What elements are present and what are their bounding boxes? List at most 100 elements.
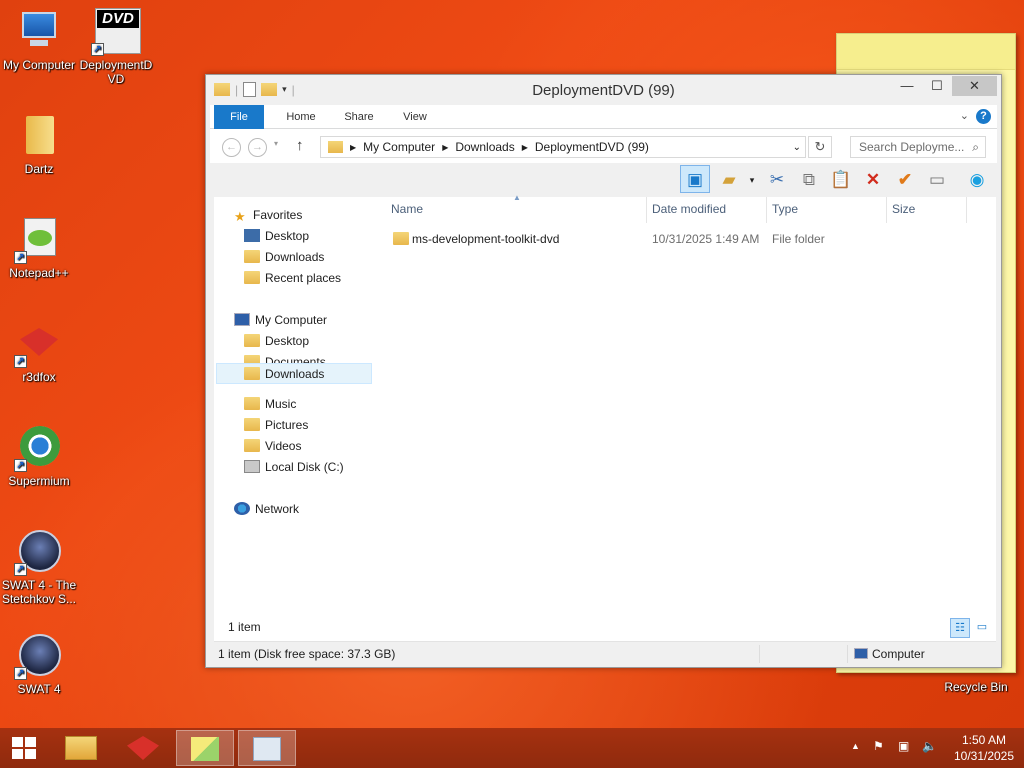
maximize-button[interactable]: ☐ [922, 76, 952, 96]
column-size[interactable]: Size [892, 202, 915, 216]
delete-icon[interactable]: ✕ [862, 169, 884, 191]
taskbar-task-manager[interactable] [238, 730, 296, 766]
back-button[interactable]: ← [222, 138, 241, 157]
folder-options-icon[interactable]: ▰ [718, 169, 740, 191]
file-date: 10/31/2025 1:49 AM [652, 232, 760, 246]
desktop-icon-my-computer[interactable]: My Computer [1, 8, 77, 72]
column-type[interactable]: Type [772, 202, 798, 216]
tab-home[interactable]: Home [278, 105, 324, 129]
checkmark-icon[interactable]: ✔ [894, 169, 916, 191]
paste-icon[interactable]: 📋 [830, 169, 852, 191]
status-bar: 1 item (Disk free space: 37.3 GB) Comput… [214, 641, 996, 665]
nav-downloads-selected[interactable]: Downloads [216, 363, 372, 384]
nav-music[interactable]: Music [244, 394, 296, 415]
nav-recent-places[interactable]: Recent places [244, 268, 341, 289]
expand-ribbon-icon[interactable]: ⌄ [960, 109, 969, 122]
show-hidden-icons-button[interactable]: ▲ [851, 741, 860, 751]
close-button[interactable]: ✕ [952, 76, 997, 96]
desktop-icon-recycle-bin[interactable]: Recycle Bin [940, 680, 1012, 694]
swat4-icon: ↗ [14, 632, 62, 680]
breadcrumb-my-computer[interactable]: My Computer [363, 140, 435, 154]
status-divider [759, 645, 760, 663]
desktop-icon-deploymentdvd[interactable]: DVD ↗ DeploymentD VD [78, 8, 154, 86]
desktop-icon-swat4-stetchkov[interactable]: ↗ SWAT 4 - The Stetchkov S... [1, 528, 77, 606]
minimize-button[interactable]: — [892, 76, 922, 96]
desktop-icon-label: Recycle Bin [944, 680, 1008, 694]
downloads-folder-icon [244, 367, 260, 380]
chevron-down-icon[interactable]: ▾ [746, 169, 758, 191]
tab-view[interactable]: View [392, 105, 438, 129]
clock[interactable]: 1:50 AM 10/31/2025 [944, 732, 1024, 764]
tab-share[interactable]: Share [336, 105, 382, 129]
pictures-folder-icon [244, 418, 260, 431]
content-area: ★ Favorites Desktop Downloads Recent plac… [214, 193, 996, 639]
column-divider[interactable] [966, 197, 967, 223]
nav-pictures[interactable]: Pictures [244, 415, 308, 436]
desktop-icon-r3dfox[interactable]: ↗ r3dfox [1, 320, 77, 384]
tab-file[interactable]: File [214, 105, 264, 129]
rename-icon[interactable]: ▭ [926, 169, 948, 191]
desktop-icon-swat4[interactable]: ↗ SWAT 4 [1, 632, 77, 696]
recent-locations-icon[interactable]: ▾ [274, 139, 278, 148]
disk-drive-icon [244, 460, 260, 473]
desktop-icon-label: SWAT 4 - The Stetchkov S... [1, 578, 77, 606]
cut-icon[interactable]: ✂ [766, 169, 788, 191]
desktop-icon [244, 229, 260, 242]
breadcrumb-separator[interactable]: ▶ [442, 143, 448, 152]
explorer-window[interactable]: | ▾ | DeploymentDVD (99) — ☐ ✕ File Home… [205, 74, 1002, 668]
recent-places-icon [244, 271, 260, 284]
nav-videos[interactable]: Videos [244, 436, 301, 457]
clock-time: 1:50 AM [961, 733, 1007, 747]
column-divider[interactable] [766, 197, 767, 223]
taskbar-r3dfox[interactable] [114, 730, 172, 766]
network-status-icon[interactable]: ▣ [898, 739, 909, 753]
star-icon: ★ [234, 209, 246, 224]
nav-favorites[interactable]: ★ Favorites [234, 205, 302, 226]
taskbar-sticky-notes[interactable] [176, 730, 234, 766]
start-button[interactable] [0, 728, 48, 768]
desktop-icon-dartz[interactable]: Dartz [1, 112, 77, 176]
nav-label: Recent places [265, 271, 342, 285]
nav-favorites-downloads[interactable]: Downloads [244, 247, 324, 268]
breadcrumb-downloads[interactable]: Downloads [455, 140, 514, 154]
breadcrumb-separator[interactable]: ▶ [350, 143, 356, 152]
ribbon-tabs: File Home Share View ⌄ ? [210, 105, 997, 129]
file-name: ms-development-toolkit-dvd [412, 232, 560, 246]
title-bar[interactable]: | ▾ | DeploymentDVD (99) — ☐ ✕ [206, 75, 1001, 105]
windows-logo-icon [12, 737, 36, 759]
search-input[interactable]: Search Deployme... ⌕ [850, 136, 986, 158]
preview-pane-icon[interactable]: ▣ [680, 165, 710, 193]
details-view-button[interactable]: ☷ [950, 618, 970, 638]
large-icons-view-button[interactable]: ▭ [972, 618, 992, 638]
action-center-icon[interactable]: ⚑ [873, 739, 884, 753]
nav-local-disk[interactable]: Local Disk (C:) [244, 457, 344, 478]
column-date-modified[interactable]: Date modified [652, 202, 726, 216]
column-divider[interactable] [646, 197, 647, 223]
up-button[interactable]: ↑ [296, 137, 304, 154]
file-row[interactable]: ms-development-toolkit-dvd 10/31/2025 1:… [389, 228, 994, 250]
sort-arrow-icon: ▲ [513, 193, 521, 202]
address-dropdown-icon[interactable]: ⌄ [793, 142, 801, 153]
refresh-button[interactable]: ↻ [808, 136, 832, 158]
breadcrumb-current[interactable]: DeploymentDVD (99) [535, 140, 649, 154]
column-name[interactable]: Name [391, 202, 423, 216]
nav-my-computer[interactable]: My Computer [234, 310, 327, 331]
desktop-icon-label: SWAT 4 [17, 682, 61, 696]
nav-favorites-desktop[interactable]: Desktop [244, 226, 309, 247]
forward-button[interactable]: → [248, 138, 267, 157]
volume-muted-icon[interactable]: 🔈 [922, 739, 937, 753]
column-divider[interactable] [886, 197, 887, 223]
status-text: 1 item (Disk free space: 37.3 GB) [218, 647, 396, 661]
nav-label: Downloads [265, 367, 325, 381]
desktop-icon-notepadpp[interactable]: ↗ Notepad++ [1, 216, 77, 280]
help-icon[interactable]: ? [976, 109, 991, 124]
shell-icon[interactable]: ◉ [966, 169, 988, 191]
desktop-icon-supermium[interactable]: ↗ Supermium [1, 424, 77, 488]
copy-icon[interactable]: ⧉ [798, 169, 820, 191]
nav-network[interactable]: Network [234, 499, 299, 520]
breadcrumb-separator[interactable]: ▶ [522, 143, 528, 152]
desktop-icon-label: My Computer [2, 58, 76, 72]
address-bar[interactable]: ▶ My Computer ▶ Downloads ▶ DeploymentDV… [320, 136, 806, 158]
taskbar-file-explorer[interactable] [52, 730, 110, 766]
nav-computer-desktop[interactable]: Desktop [244, 331, 309, 352]
